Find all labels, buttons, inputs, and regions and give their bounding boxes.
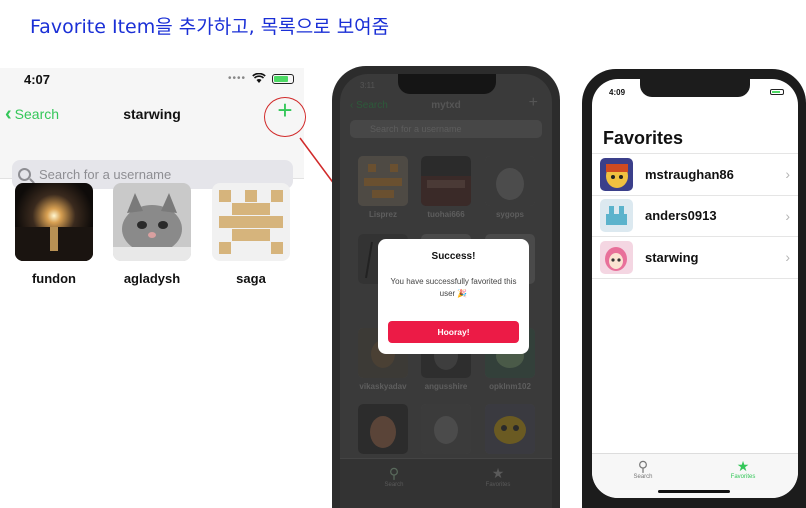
user-cell[interactable]: saga	[212, 183, 290, 286]
favorites-screen: 4:09 Favorites mstraughan86 › anders0913…	[592, 79, 798, 498]
user-name: opklnm102	[489, 382, 531, 391]
favorite-name: anders0913	[645, 208, 717, 224]
chevron-right-icon: ›	[785, 207, 790, 224]
phone-frame-alert: 3:11 ‹ Search mytxd + Search for a usern…	[332, 66, 560, 508]
alert-title: Success!	[431, 251, 476, 262]
favorites-list: mstraughan86 › anders0913 › starwing ›	[592, 153, 798, 279]
home-indicator	[658, 490, 730, 493]
search-results-screen: 4:07 •••• ‹ Search starwing + Search for…	[0, 68, 304, 300]
avatar	[485, 404, 535, 454]
avatar	[485, 156, 535, 206]
user-name: Lisprez	[368, 210, 397, 219]
avatar	[358, 404, 408, 454]
navigation-bar: ‹ Search starwing + Search for a usernam…	[0, 94, 304, 189]
user-name: vikaskyadav	[359, 382, 407, 391]
avatar	[421, 404, 471, 454]
signal-icon: ••••	[227, 73, 246, 84]
add-favorite-button[interactable]: +	[529, 94, 538, 112]
search-icon: ⚲	[637, 458, 649, 474]
tab-label: Favorites	[485, 482, 511, 488]
annotation-circle	[264, 97, 306, 137]
star-icon: ★	[736, 458, 750, 474]
chevron-right-icon: ›	[785, 249, 790, 266]
battery-icon	[770, 89, 784, 95]
wifi-icon	[252, 73, 266, 83]
nav-title: starwing	[123, 106, 181, 122]
avatar	[113, 183, 191, 261]
chevron-right-icon: ›	[785, 166, 790, 183]
page-heading: Favorite Item을 추가하고, 목록으로 보여줌	[30, 16, 390, 38]
tab-label: Search	[633, 474, 653, 480]
phone-frame-favorites: 4:09 Favorites mstraughan86 › anders0913…	[582, 69, 806, 508]
avatar	[15, 183, 93, 261]
page-title: Favorites	[603, 128, 684, 148]
avatar	[358, 156, 408, 206]
favorite-name: starwing	[645, 249, 699, 265]
avatar	[600, 240, 633, 274]
tab-bar: ⚲ Search ★ Favorites	[340, 458, 552, 508]
nav-title: mytxd	[431, 100, 461, 111]
tab-favorites[interactable]: ★ Favorites	[713, 458, 773, 480]
avatar	[421, 156, 471, 206]
tab-search[interactable]: ⚲ Search	[613, 458, 673, 480]
status-time: 4:07	[24, 72, 51, 87]
user-name: agladysh	[123, 271, 181, 286]
success-alert: Success! You have successfully favorited…	[378, 239, 529, 354]
avatar	[600, 157, 633, 191]
user-cell[interactable]	[421, 404, 471, 458]
user-list-screen-dimmed: 3:11 ‹ Search mytxd + Search for a usern…	[340, 74, 552, 508]
status-time: 3:11	[360, 81, 375, 90]
user-name: fundon	[31, 271, 77, 286]
tab-favorites[interactable]: ★ Favorites	[468, 465, 528, 488]
status-bar: 4:07 ••••	[0, 68, 304, 94]
search-icon	[18, 168, 31, 181]
hooray-button[interactable]: Hooray!	[388, 321, 519, 343]
user-cell[interactable]	[358, 404, 408, 458]
user-name: angusshire	[424, 382, 468, 391]
tab-bar: ⚲ Search ★ Favorites	[592, 453, 798, 498]
notch	[398, 74, 496, 94]
notch	[640, 79, 750, 97]
user-cell[interactable]: sygops	[485, 156, 535, 219]
star-icon: ★	[491, 465, 505, 481]
user-cell[interactable]: agladysh	[113, 183, 191, 286]
tab-label: Favorites	[730, 474, 756, 480]
status-time: 4:09	[609, 88, 626, 97]
alert-message: You have successfully favorited this use…	[390, 277, 517, 298]
user-name: saga	[236, 271, 266, 286]
battery-icon	[272, 73, 294, 84]
search-icon: ⚲	[388, 465, 400, 481]
list-item[interactable]: anders0913 ›	[592, 196, 798, 237]
list-item[interactable]: starwing ›	[592, 237, 798, 279]
avatar	[600, 199, 633, 233]
user-cell[interactable]: fundon	[15, 183, 93, 286]
favorite-name: mstraughan86	[645, 166, 734, 182]
tab-search[interactable]: ⚲ Search	[364, 465, 424, 488]
list-item[interactable]: mstraughan86 ›	[592, 154, 798, 196]
user-name: sygops	[495, 210, 524, 219]
search-input[interactable]: Search for a username	[350, 120, 542, 138]
user-cell[interactable]: tuohai666	[421, 156, 471, 219]
user-cell[interactable]: Lisprez	[358, 156, 408, 219]
tab-label: Search	[384, 482, 404, 488]
avatar	[212, 183, 290, 261]
user-cell[interactable]	[485, 404, 535, 458]
search-placeholder: Search for a username	[39, 167, 172, 182]
user-name: tuohai666	[427, 210, 465, 219]
